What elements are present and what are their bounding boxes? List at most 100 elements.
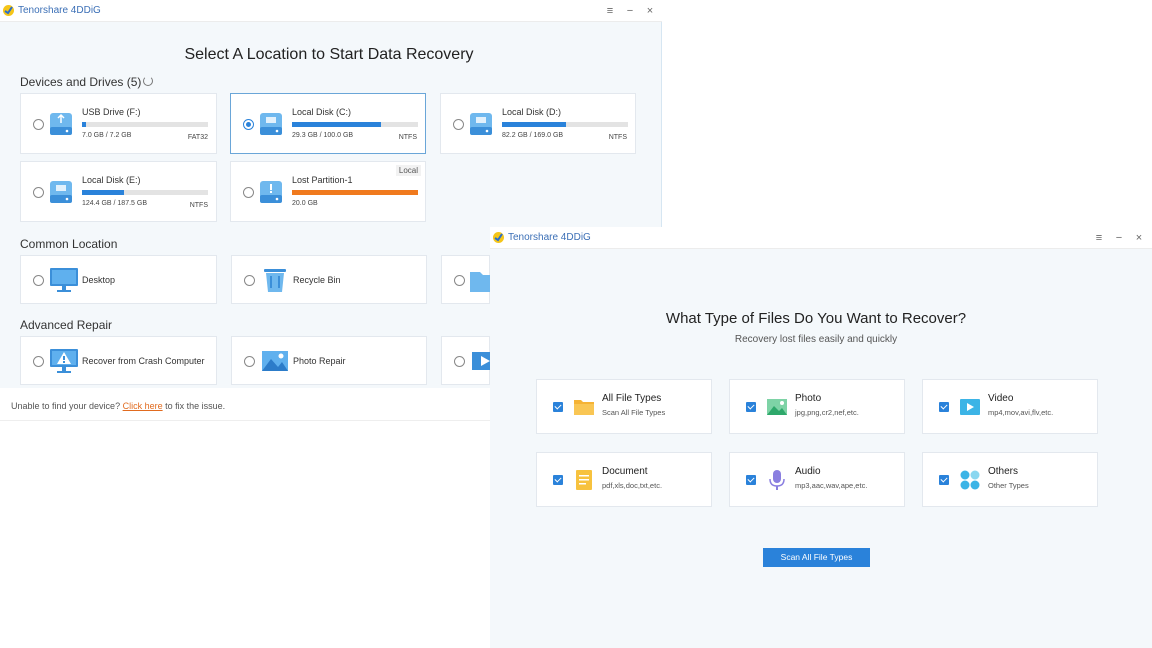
video-icon: [960, 399, 980, 415]
drive-card[interactable]: Lost Partition-1 20.0 GB Local: [230, 161, 426, 222]
drive-filesystem: NTFS: [189, 202, 208, 209]
file-type-name: Others: [988, 466, 1019, 477]
drive-radio[interactable]: [453, 119, 464, 130]
help-text-suffix: to fix the issue.: [165, 401, 226, 411]
file-type-card-others[interactable]: Others Other Types: [922, 452, 1098, 507]
location-radio[interactable]: [244, 275, 255, 286]
drive-size: 29.3 GB / 100.0 GB: [292, 132, 354, 139]
minimize-button[interactable]: −: [622, 3, 638, 19]
app-logo-icon: [3, 5, 14, 16]
file-type-checkbox[interactable]: [553, 475, 563, 485]
file-type-desc: pdf,xls,doc,txt,etc.: [602, 481, 663, 490]
repair-label: Recover from Crash Computer: [82, 356, 205, 366]
drive-filesystem: NTFS: [608, 134, 627, 141]
scan-button[interactable]: Scan All File Types: [763, 548, 870, 567]
drive-usage-bar: [82, 122, 208, 127]
close-button[interactable]: ×: [642, 3, 658, 19]
file-type-name: Video: [988, 393, 1014, 404]
refresh-icon[interactable]: [143, 76, 153, 86]
file-type-checkbox[interactable]: [939, 402, 949, 412]
drive-radio[interactable]: [243, 119, 254, 130]
drive-usage-fill: [502, 122, 567, 127]
drive-filesystem: NTFS: [398, 134, 417, 141]
file-type-card-all[interactable]: All File Types Scan All File Types: [536, 379, 712, 434]
drive-usage-bar: [292, 122, 418, 127]
file-type-checkbox[interactable]: [939, 475, 949, 485]
common-section-title: Common Location: [20, 237, 118, 251]
location-radio[interactable]: [33, 356, 44, 367]
menu-icon[interactable]: ≡: [602, 3, 618, 19]
file-type-card-audio[interactable]: Audio mp3,aac,wav,ape,etc.: [729, 452, 905, 507]
location-radio[interactable]: [454, 275, 465, 286]
page-title: Select A Location to Start Data Recovery: [184, 46, 474, 63]
drive-name: Local Disk (C:): [292, 107, 352, 117]
devices-section-title: Devices and Drives (5): [20, 75, 142, 89]
folder-icon: [574, 400, 594, 415]
file-type-desc: jpg,png,cr2,nef,etc.: [795, 408, 859, 417]
drive-radio[interactable]: [33, 187, 44, 198]
location-radio[interactable]: [244, 356, 255, 367]
file-type-name: Audio: [795, 466, 821, 477]
file-type-card-photo[interactable]: Photo jpg,png,cr2,nef,etc.: [729, 379, 905, 434]
location-card-recycle-bin[interactable]: Recycle Bin: [231, 255, 427, 304]
advanced-section-title: Advanced Repair: [20, 318, 113, 332]
drive-size: 20.0 GB: [292, 200, 318, 207]
drive-size: 82.2 GB / 169.0 GB: [502, 132, 564, 139]
drive-card[interactable]: Local Disk (D:) 82.2 GB / 169.0 GB NTFS: [440, 93, 636, 154]
drive-usage-bar: [292, 190, 418, 195]
drive-usage-bar: [502, 122, 628, 127]
fix-issue-link[interactable]: Click here: [123, 401, 163, 411]
file-type-window: Tenorshare 4DDiG ≡ − × What Type of File…: [490, 227, 1152, 648]
file-type-desc: mp4,mov,avi,flv,etc.: [988, 408, 1054, 417]
close-button[interactable]: ×: [1131, 230, 1147, 246]
file-type-checkbox[interactable]: [553, 402, 563, 412]
divider: [0, 420, 490, 421]
file-type-checkbox[interactable]: [746, 402, 756, 412]
location-radio[interactable]: [454, 356, 465, 367]
repair-card-video[interactable]: [441, 336, 498, 385]
app-title: Tenorshare 4DDiG: [508, 232, 591, 243]
drive-usage-fill: [82, 190, 124, 195]
crash-computer-icon: [50, 349, 78, 373]
hard-drive-icon: [470, 113, 492, 135]
drive-usage-fill: [292, 190, 418, 195]
minimize-button[interactable]: −: [1111, 230, 1127, 246]
location-label: Desktop: [82, 275, 116, 285]
drive-card[interactable]: Local Disk (C:) 29.3 GB / 100.0 GB NTFS: [230, 93, 426, 154]
help-text: Unable to find your device?: [11, 401, 121, 411]
drive-usage-fill: [82, 122, 86, 127]
page-subtitle: Recovery lost files easily and quickly: [734, 334, 898, 345]
usb-drive-icon: [50, 113, 72, 135]
repair-label: Photo Repair: [293, 356, 346, 366]
drive-name: USB Drive (F:): [82, 107, 141, 117]
photo-repair-icon: [262, 351, 288, 371]
help-footer: Unable to find your device? Click here t…: [11, 401, 225, 411]
file-type-card-video[interactable]: Video mp4,mov,avi,flv,etc.: [922, 379, 1098, 434]
location-radio[interactable]: [33, 275, 44, 286]
drive-size: 7.0 GB / 7.2 GB: [82, 132, 132, 139]
drive-name: Local Disk (D:): [502, 107, 562, 117]
page-title: What Type of Files Do You Want to Recove…: [665, 310, 967, 327]
drive-usage-bar: [82, 190, 208, 195]
desktop-icon: [50, 268, 78, 292]
drive-card[interactable]: Local Disk (E:) 124.4 GB / 187.5 GB NTFS: [20, 161, 217, 222]
drive-filesystem: FAT32: [187, 134, 208, 141]
recycle-bin-icon: [264, 269, 286, 292]
location-card-desktop[interactable]: Desktop: [20, 255, 217, 304]
drive-radio[interactable]: [33, 119, 44, 130]
drive-card[interactable]: USB Drive (F:) 7.0 GB / 7.2 GB FAT32: [20, 93, 217, 154]
repair-card-crash-computer[interactable]: Recover from Crash Computer: [20, 336, 217, 385]
drive-name: Local Disk (E:): [82, 175, 141, 185]
local-badge: Local: [395, 165, 421, 176]
title-bar: Tenorshare 4DDiG ≡ − ×: [490, 227, 1152, 249]
hard-drive-icon: [50, 181, 72, 203]
menu-icon[interactable]: ≡: [1091, 230, 1107, 246]
file-type-checkbox[interactable]: [746, 475, 756, 485]
file-type-card-document[interactable]: Document pdf,xls,doc,txt,etc.: [536, 452, 712, 507]
repair-card-photo[interactable]: Photo Repair: [231, 336, 427, 385]
drive-radio[interactable]: [243, 187, 254, 198]
location-card-folder[interactable]: [441, 255, 500, 304]
lost-partition-icon: [260, 181, 282, 203]
location-label: Recycle Bin: [293, 275, 341, 285]
document-icon: [576, 470, 592, 490]
